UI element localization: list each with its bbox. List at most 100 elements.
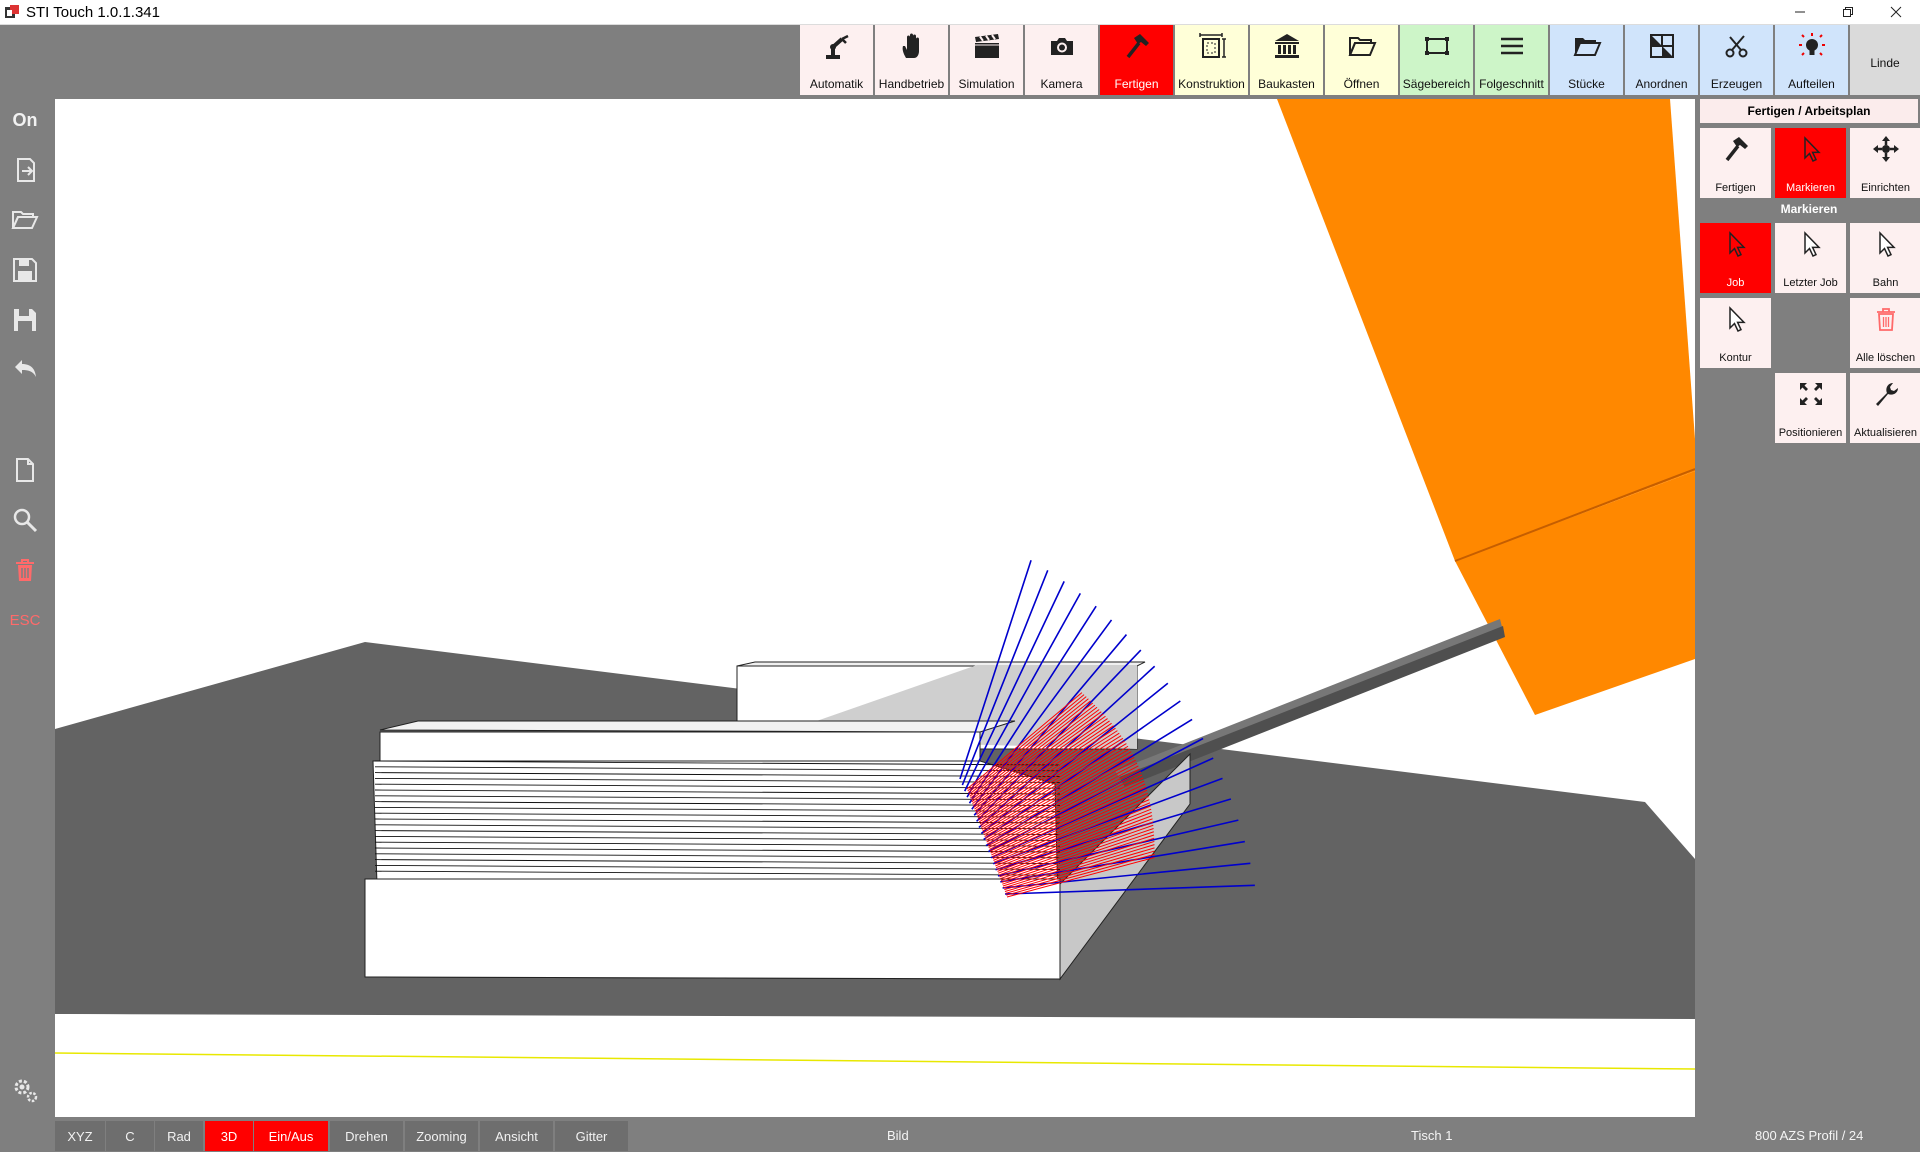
title-bar: STI Touch 1.0.1.341 xyxy=(0,0,1920,25)
toolbar-oeffnen-label: Öffnen xyxy=(1343,77,1380,91)
clapperboard-icon xyxy=(974,34,999,58)
3d-label: 3D xyxy=(220,1128,238,1144)
toolbar-baukasten-label: Baukasten xyxy=(1258,77,1315,91)
window-title: STI Touch 1.0.1.341 xyxy=(26,3,160,21)
toolbar-fertigen-label: Fertigen xyxy=(1114,77,1159,91)
kontur-button[interactable]: Kontur xyxy=(1700,298,1771,368)
floor-front-edge xyxy=(55,1014,1695,1054)
robot-arm-icon xyxy=(825,34,849,59)
main-toolbar: Automatik Handbetrieb Simulation Kamera … xyxy=(800,25,1920,95)
settings-button[interactable] xyxy=(0,1070,50,1110)
escape-button[interactable]: ESC xyxy=(0,600,50,640)
bahn-label: Bahn xyxy=(1872,277,1899,289)
toolbar-stuecke-button[interactable]: Stücke xyxy=(1550,25,1623,95)
markieren-section-label: Markieren xyxy=(1780,202,1838,216)
einrichten-button[interactable]: Einrichten xyxy=(1850,128,1920,198)
toolbar-automatik-label: Automatik xyxy=(809,77,864,91)
letzter-job-button[interactable]: Letzter Job xyxy=(1775,223,1846,293)
toolbar-anordnen-label: Anordnen xyxy=(1635,77,1688,91)
rad-button[interactable]: Rad xyxy=(155,1121,203,1151)
new-file-button[interactable] xyxy=(0,450,50,490)
toolbar-kamera-button[interactable]: Kamera xyxy=(1025,25,1098,95)
toolbar-simulation-button[interactable]: Simulation xyxy=(950,25,1023,95)
gitter-button[interactable]: Gitter xyxy=(555,1121,628,1151)
delete-button[interactable] xyxy=(0,550,50,590)
ein-aus-label: Ein/Aus xyxy=(268,1128,314,1144)
zooming-label: Zooming xyxy=(416,1128,467,1144)
open-button[interactable] xyxy=(0,200,50,240)
main-block-top-face xyxy=(379,731,981,762)
toolbar-baukasten-button[interactable]: Baukasten xyxy=(1250,25,1323,95)
bahn-button[interactable]: Bahn xyxy=(1850,223,1920,293)
panel-header: Fertigen / Arbeitsplan xyxy=(1700,99,1918,123)
fertigen-button[interactable]: Fertigen xyxy=(1700,128,1771,198)
file-icon xyxy=(16,458,34,482)
ansicht-button[interactable]: Ansicht xyxy=(480,1121,553,1151)
alle-loeschen-button[interactable]: Alle löschen xyxy=(1850,298,1920,368)
close-icon xyxy=(1890,6,1902,18)
aktualisieren-label: Aktualisieren xyxy=(1854,427,1917,439)
3d-button[interactable]: 3D xyxy=(205,1121,253,1151)
toolbar-konstruktion-button[interactable]: Konstruktion xyxy=(1175,25,1248,95)
restore-button[interactable] xyxy=(1824,0,1872,24)
export-button[interactable] xyxy=(0,150,50,190)
saw-area-icon xyxy=(1424,37,1449,55)
undo-button[interactable] xyxy=(0,350,50,390)
toolbar-linde-label: Linde xyxy=(1870,56,1900,70)
ansicht-label: Ansicht xyxy=(495,1128,538,1144)
camera-icon xyxy=(1050,38,1073,55)
lines-icon xyxy=(1500,37,1523,55)
positionieren-label: Positionieren xyxy=(1778,427,1843,439)
positionieren-button[interactable]: Positionieren xyxy=(1775,373,1846,443)
3d-viewport[interactable] xyxy=(55,99,1695,1117)
toolbar-linde-button[interactable]: Linde xyxy=(1850,25,1920,95)
job-button[interactable]: Job xyxy=(1700,223,1771,293)
toolbar-stuecke-label: Stücke xyxy=(1568,77,1605,91)
hammer-icon xyxy=(1725,137,1748,162)
hammer-icon xyxy=(1126,34,1149,59)
minimize-button[interactable] xyxy=(1776,0,1824,24)
minimize-icon xyxy=(1795,11,1805,13)
scissors-icon xyxy=(1725,35,1747,58)
toolbar-fertigen-button[interactable]: Fertigen xyxy=(1100,25,1173,95)
rad-label: Rad xyxy=(167,1128,191,1144)
expand-icon xyxy=(1799,383,1822,405)
scene-canvas xyxy=(55,99,1695,1070)
ein-aus-button[interactable]: Ein/Aus xyxy=(254,1121,328,1151)
toolbar-anordnen-button[interactable]: Anordnen xyxy=(1625,25,1698,95)
toolbar-folgeschnitt-button[interactable]: Folgeschnitt xyxy=(1475,25,1548,95)
folder-icon xyxy=(1573,38,1601,56)
on-button[interactable]: On xyxy=(0,100,50,140)
toolbar-handbetrieb-button[interactable]: Handbetrieb xyxy=(875,25,948,95)
save-as-button[interactable] xyxy=(0,300,50,340)
toolbar-aufteilen-button[interactable]: Aufteilen xyxy=(1775,25,1848,95)
toolbar-saegebereich-label: Sägebereich xyxy=(1402,77,1471,91)
bild-label: Bild xyxy=(887,1128,909,1143)
aktualisieren-button[interactable]: Aktualisieren xyxy=(1850,373,1920,443)
zooming-button[interactable]: Zooming xyxy=(405,1121,478,1151)
save-icon xyxy=(13,258,37,282)
markieren-button[interactable]: Markieren xyxy=(1775,128,1846,198)
close-button[interactable] xyxy=(1872,0,1920,24)
search-button[interactable] xyxy=(0,500,50,540)
building-icon xyxy=(1274,34,1299,58)
main-block-front-lower xyxy=(364,878,1061,980)
c-button[interactable]: C xyxy=(106,1121,154,1151)
toolbar-saegebereich-button[interactable]: Sägebereich xyxy=(1400,25,1473,95)
toolbar-oeffnen-button[interactable]: Öffnen xyxy=(1325,25,1398,95)
toolbar-simulation-label: Simulation xyxy=(958,77,1015,91)
fertigen-label: Fertigen xyxy=(1715,182,1756,194)
save-button[interactable] xyxy=(0,250,50,290)
drehen-label: Drehen xyxy=(345,1128,388,1144)
undo-icon xyxy=(15,360,36,377)
markieren-label: Markieren xyxy=(1786,182,1835,194)
tool-head-upper xyxy=(1277,99,1695,561)
drehen-button[interactable]: Drehen xyxy=(330,1121,403,1151)
toolbar-kamera-label: Kamera xyxy=(1040,77,1083,91)
toolbar-automatik-button[interactable]: Automatik xyxy=(800,25,873,95)
xyz-button[interactable]: XYZ xyxy=(55,1121,105,1151)
toolbar-erzeugen-button[interactable]: Erzeugen xyxy=(1700,25,1773,95)
trash-icon xyxy=(1876,308,1895,331)
esc-label: ESC xyxy=(9,611,41,629)
export-icon xyxy=(17,158,35,182)
